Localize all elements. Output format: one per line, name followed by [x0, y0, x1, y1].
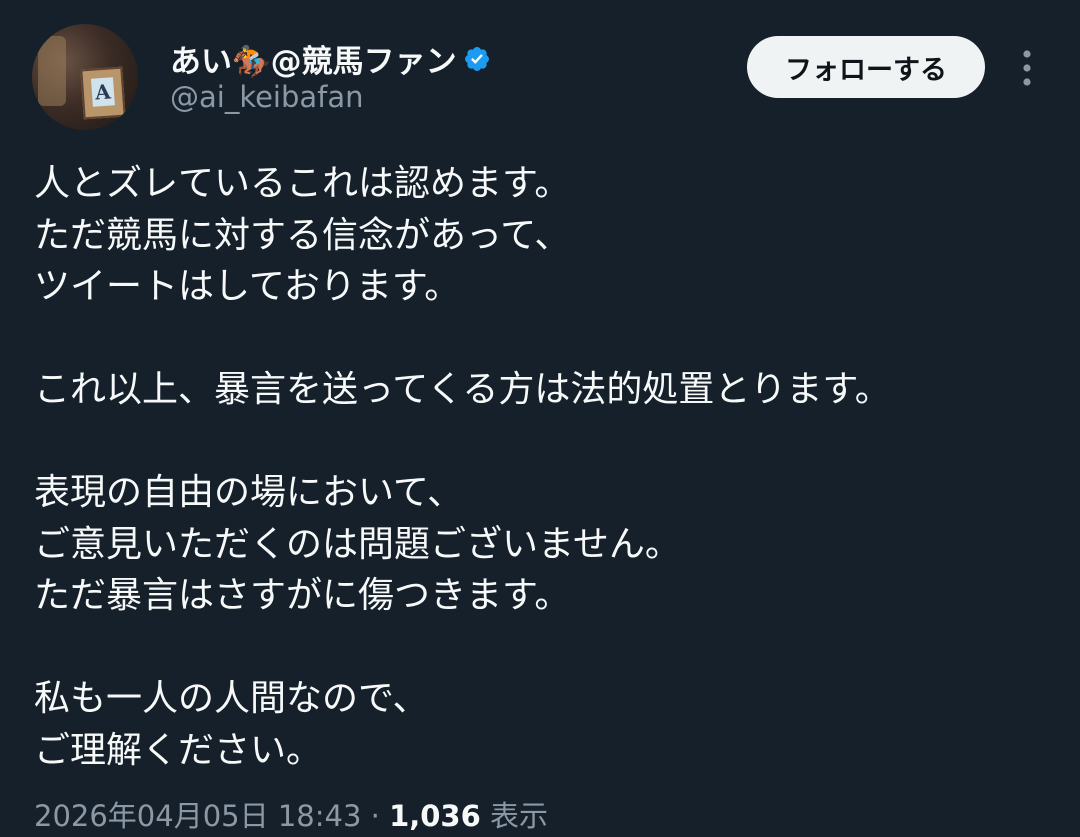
avatar-letter-block: A: [80, 66, 126, 120]
display-name-text: あい🏇@競馬ファン: [170, 44, 457, 80]
follow-button[interactable]: フォローする: [747, 36, 985, 98]
views-count[interactable]: 1,036: [389, 799, 481, 833]
display-name[interactable]: あい🏇@競馬ファン: [170, 36, 491, 81]
tweet-timestamp[interactable]: 2026年04月05日 18:43: [34, 799, 361, 833]
more-vertical-icon[interactable]: [1010, 46, 1044, 90]
user-handle[interactable]: @ai_keibafan: [170, 80, 364, 114]
tweet-line: 表現の自由の場において、: [34, 472, 464, 513]
tweet-line: 人とズレているこれは認めます。: [34, 163, 571, 204]
tweet-line: ツイートはしております。: [34, 266, 461, 307]
verified-badge-icon: [464, 46, 489, 71]
tweet-line: ご意見いただくのは問題ございません。: [34, 523, 681, 565]
tweet-line: これ以上、暴言を送ってくる方は法的処置とります。: [34, 369, 891, 410]
views-label: 表示: [480, 799, 549, 833]
tweet-meta: 2026年04月05日 18:43 · 1,036 表示: [34, 793, 548, 835]
tweet-card: A あい🏇@競馬ファン @ai_keibafan フォローする 人とズレているこ…: [0, 0, 1080, 837]
avatar-background-strip: [38, 36, 66, 106]
meta-separator: ·: [361, 799, 390, 833]
tweet-line: ご理解ください。: [34, 729, 323, 771]
tweet-line: ただ競馬に対する信念があって、: [34, 214, 571, 256]
avatar[interactable]: A: [32, 24, 138, 130]
tweet-body: 人とズレているこれは認めます。 ただ競馬に対する信念があって、 ツイートはしてお…: [34, 158, 1054, 776]
tweet-line: ただ暴言はさすがに傷つきます。: [34, 575, 571, 616]
tweet-line: 私も一人の人間なので、: [34, 678, 429, 719]
avatar-letter: A: [90, 77, 115, 107]
